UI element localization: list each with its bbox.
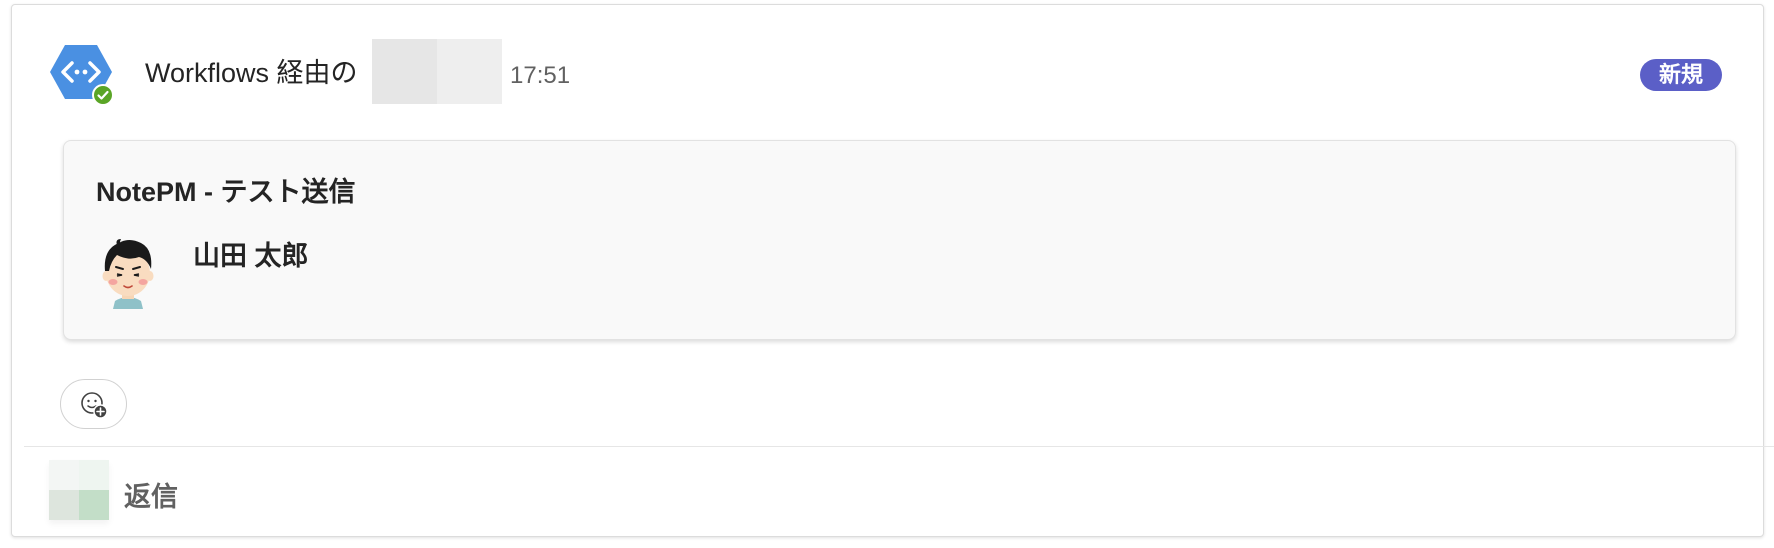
message-container: Workflows 経由の 17:51 新規 NotePM - テスト送信 山田… (11, 4, 1774, 537)
reply-user-avatar (49, 460, 109, 520)
sender-label[interactable]: Workflows 経由の (145, 56, 358, 90)
message-timestamp[interactable]: 17:51 (510, 61, 570, 91)
add-reaction-icon (81, 392, 108, 419)
card-title: NotePM - テスト送信 (96, 177, 356, 207)
person-illustration-icon (102, 239, 154, 309)
new-badge: 新規 (1640, 59, 1722, 91)
reply-label: 返信 (124, 482, 178, 512)
message-header: Workflows 経由の 17:51 新規 (48, 39, 1728, 107)
redacted-sender-name (372, 39, 502, 104)
user-avatar (99, 237, 157, 309)
user-name: 山田 太郎 (193, 241, 309, 271)
add-reaction-button[interactable] (60, 379, 127, 429)
adaptive-card: NotePM - テスト送信 山田 太郎 (63, 140, 1736, 340)
verified-check-icon (92, 84, 114, 106)
reply-divider (24, 446, 1774, 447)
workflows-app-icon[interactable] (48, 41, 114, 107)
reply-button[interactable]: 返信 (49, 460, 349, 530)
